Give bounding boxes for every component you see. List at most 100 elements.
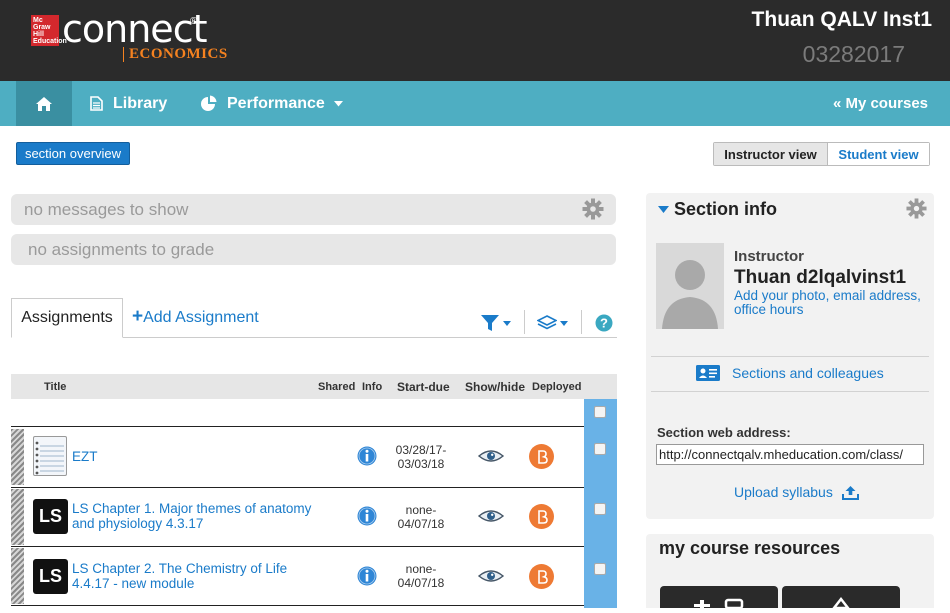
divider	[651, 391, 929, 392]
student-view-button[interactable]: Student view	[828, 143, 929, 165]
due-date: 03/03/18	[397, 457, 445, 471]
mcgraw-hill-logo: Mc Graw Hill Education	[31, 15, 67, 46]
nav-library-label: Library	[113, 94, 168, 112]
ls-module-icon: LS	[33, 559, 68, 594]
deployed-icon[interactable]	[529, 444, 554, 469]
resource-tile-icon	[694, 598, 744, 610]
help-button[interactable]: ?	[595, 314, 613, 332]
filter-icon	[481, 315, 499, 331]
add-assignment-label: Add Assignment	[143, 309, 259, 326]
plus-icon: +	[132, 306, 144, 327]
gear-icon[interactable]	[906, 198, 927, 219]
assignments-table-header: Title Shared Info Start-due Show/hide De…	[11, 374, 617, 399]
messages-text: no messages to show	[24, 199, 189, 219]
col-deployed: Deployed	[532, 380, 582, 393]
home-icon	[36, 96, 52, 111]
notebook-icon	[33, 436, 67, 476]
app-header: Mc Graw Hill Education connect ® ECONOMI…	[0, 0, 950, 81]
edit-profile-link[interactable]: Add your photo, email address, office ho…	[734, 289, 924, 317]
col-show-hide: Show/hide	[465, 379, 525, 394]
nav-performance[interactable]: Performance	[200, 81, 343, 126]
due-date: 04/07/18	[397, 576, 445, 590]
nav-library[interactable]: Library	[90, 81, 167, 126]
upload-syllabus-link[interactable]: Upload syllabus	[734, 484, 859, 500]
brand-subject: ECONOMICS	[123, 47, 228, 62]
assignment-title-link[interactable]: LS Chapter 2. The Chemistry of Life 4.4.…	[72, 561, 312, 591]
ls-module-icon: LS	[33, 499, 68, 534]
row-divider	[11, 546, 584, 547]
layers-icon	[537, 315, 557, 330]
toolbar-separator	[581, 310, 582, 334]
deployed-icon[interactable]	[529, 564, 554, 589]
section-info-panel: Section info Instructor Thuan d2lqalvins…	[646, 193, 934, 519]
col-info: Info	[362, 380, 383, 393]
filter-dropdown[interactable]	[480, 314, 511, 332]
row-divider	[11, 605, 584, 606]
eye-icon[interactable]	[478, 568, 504, 584]
instructor-name: Thuan d2lqalvinst1	[734, 267, 907, 288]
layers-dropdown[interactable]	[537, 314, 568, 332]
nav-performance-label: Performance	[227, 94, 325, 112]
caret-down-icon	[333, 100, 343, 106]
document-icon	[90, 96, 103, 111]
upload-icon	[841, 485, 859, 500]
select-all-checkbox[interactable]	[594, 406, 606, 418]
pie-chart-icon	[200, 95, 217, 112]
id-card-icon	[696, 365, 720, 381]
assignment-title-link[interactable]: LS Chapter 1. Major themes of anatomy an…	[72, 501, 312, 531]
gear-icon[interactable]	[582, 198, 604, 220]
connect-brand: connect	[62, 7, 207, 51]
row-divider	[11, 487, 584, 488]
course-resources-panel: my course resources	[646, 534, 934, 610]
grading-text: no assignments to grade	[28, 239, 215, 259]
info-icon[interactable]	[357, 446, 377, 466]
due-date: 04/07/18	[397, 517, 445, 531]
tab-assignments[interactable]: Assignments	[11, 298, 123, 338]
brand-registered-mark: ®	[190, 16, 198, 27]
col-shared: Shared	[318, 380, 356, 393]
resource-tile[interactable]	[782, 586, 900, 610]
main-nav: Library Performance « My courses	[0, 81, 950, 126]
view-toggle: Instructor view Student view	[713, 142, 930, 166]
messages-bar: no messages to show	[11, 194, 616, 225]
instructor-view-button[interactable]: Instructor view	[714, 143, 828, 165]
assignment-title-link[interactable]: EZT	[72, 449, 312, 464]
web-address-field[interactable]	[656, 444, 924, 465]
drag-handle[interactable]	[11, 429, 24, 485]
info-icon[interactable]	[357, 506, 377, 526]
section-overview-button[interactable]: section overview	[16, 142, 130, 165]
eye-icon[interactable]	[478, 508, 504, 524]
section-code: 03282017	[802, 41, 905, 67]
help-icon: ?	[595, 314, 613, 332]
web-address-label: Section web address:	[657, 425, 791, 440]
section-info-title: Section info	[674, 198, 777, 219]
add-assignment-link[interactable]: +Add Assignment	[132, 306, 259, 328]
course-resources-title: my course resources	[659, 538, 841, 558]
drag-handle[interactable]	[11, 489, 24, 545]
start-date: none-	[405, 562, 437, 576]
info-icon[interactable]	[357, 566, 377, 586]
my-courses-link[interactable]: « My courses	[833, 81, 928, 126]
instructor-label: Instructor	[734, 248, 805, 265]
deployed-icon[interactable]	[529, 504, 554, 529]
grading-bar: no assignments to grade	[11, 234, 616, 265]
row-checkbox[interactable]	[594, 563, 606, 575]
row-checkbox[interactable]	[594, 503, 606, 515]
nav-home[interactable]	[16, 81, 72, 126]
section-info-header[interactable]: Section info	[646, 193, 934, 225]
row-checkbox[interactable]	[594, 443, 606, 455]
start-due-dates: none- 04/07/18	[386, 503, 456, 531]
start-due-dates: 03/28/17- 03/03/18	[386, 443, 456, 471]
sections-colleagues-link[interactable]: Sections and colleagues	[696, 365, 884, 381]
user-name: Thuan QALV Inst1	[751, 8, 932, 31]
col-start-due[interactable]: Start-due	[397, 374, 450, 399]
col-title[interactable]: Title	[44, 374, 66, 399]
eye-icon[interactable]	[478, 448, 504, 464]
drag-handle[interactable]	[11, 548, 24, 604]
row-divider	[11, 426, 584, 427]
toolbar-separator	[524, 310, 525, 334]
upload-syllabus-label: Upload syllabus	[734, 484, 833, 500]
resource-tile[interactable]	[660, 586, 778, 610]
start-date: none-	[405, 503, 437, 517]
caret-down-icon	[658, 205, 669, 213]
